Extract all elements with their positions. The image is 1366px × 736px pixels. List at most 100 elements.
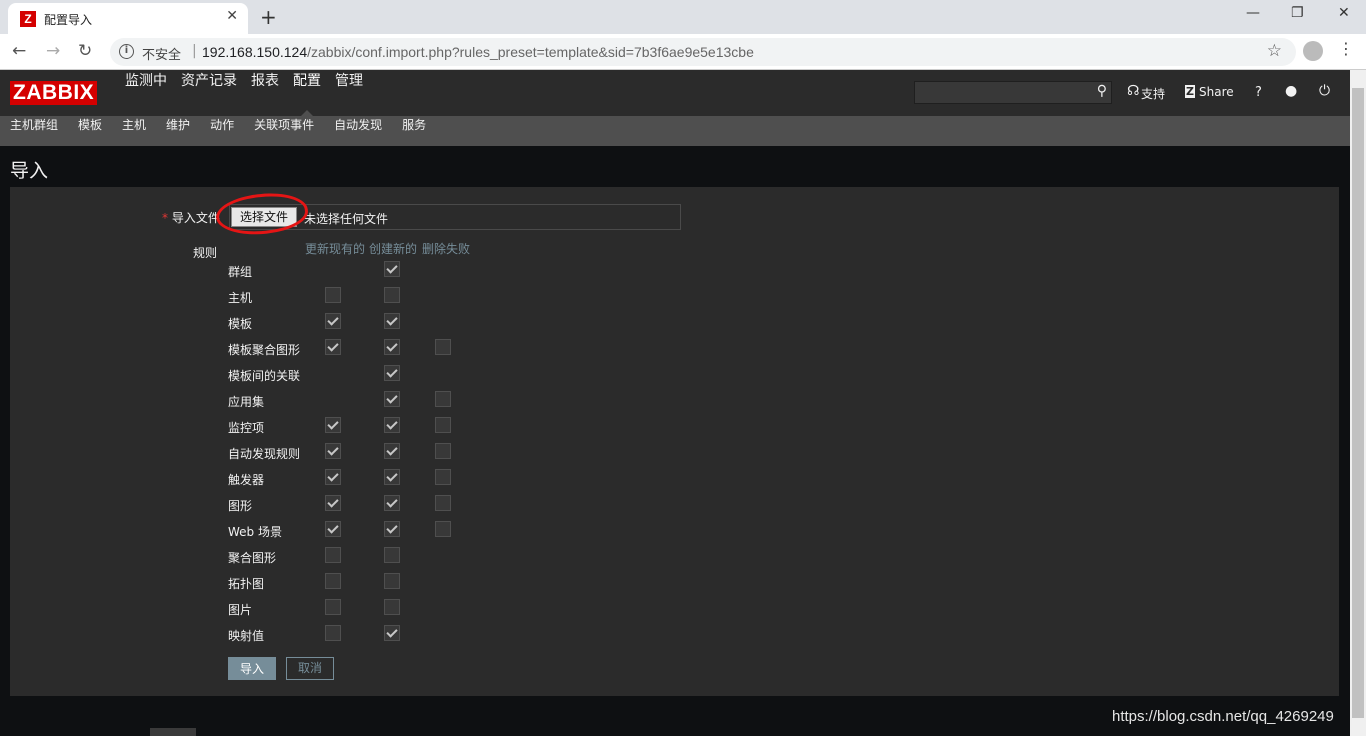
rule-name: 主机	[228, 291, 253, 305]
update-checkbox[interactable]	[325, 495, 341, 511]
create-checkbox[interactable]	[384, 599, 400, 615]
delete-checkbox[interactable]	[435, 521, 451, 537]
nav-reports[interactable]: 报表	[244, 70, 286, 116]
subnav-hosts[interactable]: 主机	[112, 116, 156, 146]
info-icon[interactable]: i	[119, 44, 134, 59]
search-icon[interactable]: ⚲	[1097, 83, 1107, 99]
update-checkbox[interactable]	[325, 625, 341, 641]
page-scrollbar[interactable]	[1350, 70, 1366, 736]
rule-name: 监控项	[228, 421, 265, 435]
bookmark-star-icon[interactable]: ☆	[1267, 41, 1282, 61]
update-checkbox[interactable]	[325, 287, 341, 303]
create-checkbox[interactable]	[384, 573, 400, 589]
url-host: 192.168.150.124	[202, 44, 308, 60]
nav-inventory[interactable]: 资产记录	[174, 70, 244, 116]
scrollbar-thumb[interactable]	[1352, 88, 1364, 718]
sub-nav: 主机群组 模板 主机 维护 动作 关联项事件 自动发现 服务	[0, 116, 1350, 146]
user-profile-icon[interactable]: ●	[1285, 83, 1297, 99]
create-checkbox[interactable]	[384, 521, 400, 537]
col-delete-missing: 删除失败	[422, 242, 471, 256]
delete-checkbox[interactable]	[435, 417, 451, 433]
update-checkbox[interactable]	[325, 547, 341, 563]
omnibox[interactable]: i 不安全 | 192.168.150.124/zabbix/conf.impo…	[110, 38, 1296, 66]
headset-icon[interactable]: ☊	[1127, 83, 1139, 99]
col-create-new: 创建新的	[369, 242, 418, 256]
delete-checkbox[interactable]	[435, 469, 451, 485]
create-checkbox[interactable]	[384, 339, 400, 355]
profile-avatar-icon[interactable]	[1303, 41, 1323, 61]
create-checkbox[interactable]	[384, 313, 400, 329]
rule-name: 模板聚合图形	[228, 343, 301, 357]
url-text[interactable]: 192.168.150.124/zabbix/conf.import.php?r…	[202, 44, 754, 60]
update-checkbox[interactable]	[325, 443, 341, 459]
reload-icon[interactable]: ↻	[78, 41, 92, 61]
browser-menu-icon[interactable]: ⋮	[1338, 39, 1354, 58]
address-bar: ← → ↻ i 不安全 | 192.168.150.124/zabbix/con…	[0, 34, 1366, 70]
create-checkbox[interactable]	[384, 365, 400, 381]
share-z-icon[interactable]: Z	[1185, 85, 1195, 98]
create-checkbox[interactable]	[384, 417, 400, 433]
nav-configuration[interactable]: 配置	[286, 70, 328, 116]
security-label: 不安全	[142, 48, 182, 63]
page-content: 导入 * 导入文件 选择文件 未选择任何文件 规则 更新现有的 创建新的 删除失…	[0, 146, 1350, 736]
cancel-button[interactable]: 取消	[286, 657, 334, 680]
browser-tab[interactable]: Z 配置导入 ✕	[8, 3, 248, 34]
delete-checkbox[interactable]	[435, 391, 451, 407]
update-checkbox[interactable]	[325, 313, 341, 329]
nav-administration[interactable]: 管理	[328, 70, 370, 116]
rule-name: 映射值	[228, 629, 265, 643]
update-checkbox[interactable]	[325, 599, 341, 615]
subnav-templates[interactable]: 模板	[68, 116, 112, 146]
no-file-text: 未选择任何文件	[304, 212, 389, 226]
main-nav: 监测中 资产记录 报表 配置 管理	[118, 70, 370, 116]
required-asterisk: *	[162, 211, 172, 225]
subnav-event-correlation[interactable]: 关联项事件	[244, 116, 324, 146]
global-search-input[interactable]: ⚲	[914, 81, 1112, 104]
create-checkbox[interactable]	[384, 469, 400, 485]
nav-monitoring[interactable]: 监测中	[118, 70, 174, 116]
rule-name: 自动发现规则	[228, 447, 301, 461]
back-icon[interactable]: ←	[12, 41, 26, 61]
create-checkbox[interactable]	[384, 261, 400, 277]
support-link[interactable]: 支持	[1141, 85, 1165, 102]
subnav-maintenance[interactable]: 维护	[156, 116, 200, 146]
zabbix-logo[interactable]: ZABBIX	[10, 81, 98, 105]
forward-icon[interactable]: →	[46, 41, 60, 61]
update-checkbox[interactable]	[325, 573, 341, 589]
taskbar-fragment	[150, 728, 196, 736]
update-checkbox[interactable]	[325, 417, 341, 433]
update-checkbox[interactable]	[325, 339, 341, 355]
delete-checkbox[interactable]	[435, 443, 451, 459]
create-checkbox[interactable]	[384, 625, 400, 641]
create-checkbox[interactable]	[384, 391, 400, 407]
rule-name: 触发器	[228, 473, 265, 487]
import-form: * 导入文件 选择文件 未选择任何文件 规则 更新现有的 创建新的 删除失败 群…	[10, 187, 1339, 696]
restore-icon[interactable]: ❐	[1291, 5, 1304, 21]
update-checkbox[interactable]	[325, 469, 341, 485]
create-checkbox[interactable]	[384, 547, 400, 563]
update-checkbox[interactable]	[325, 521, 341, 537]
rule-name: 群组	[228, 265, 253, 279]
help-icon[interactable]: ?	[1255, 85, 1262, 100]
rule-name: 聚合图形	[228, 551, 277, 565]
delete-checkbox[interactable]	[435, 339, 451, 355]
subnav-services[interactable]: 服务	[392, 116, 436, 146]
create-checkbox[interactable]	[384, 495, 400, 511]
new-tab-icon[interactable]: +	[260, 5, 277, 29]
share-link[interactable]: Share	[1199, 85, 1234, 99]
rule-name: 应用集	[228, 395, 265, 409]
create-checkbox[interactable]	[384, 287, 400, 303]
url-path: /zabbix/conf.import.php?rules_preset=tem…	[307, 44, 754, 60]
delete-checkbox[interactable]	[435, 495, 451, 511]
subnav-discovery[interactable]: 自动发现	[324, 116, 392, 146]
minimize-icon[interactable]: —	[1246, 5, 1260, 21]
rule-name: 拓扑图	[228, 577, 265, 591]
subnav-actions[interactable]: 动作	[200, 116, 244, 146]
window-close-icon[interactable]: ✕	[1338, 5, 1350, 21]
import-button[interactable]: 导入	[228, 657, 276, 680]
close-tab-icon[interactable]: ✕	[226, 8, 238, 24]
create-checkbox[interactable]	[384, 443, 400, 459]
logout-icon[interactable]: ⏻	[1319, 83, 1330, 99]
rule-name: 模板	[228, 317, 253, 331]
subnav-host-groups[interactable]: 主机群组	[0, 116, 68, 146]
